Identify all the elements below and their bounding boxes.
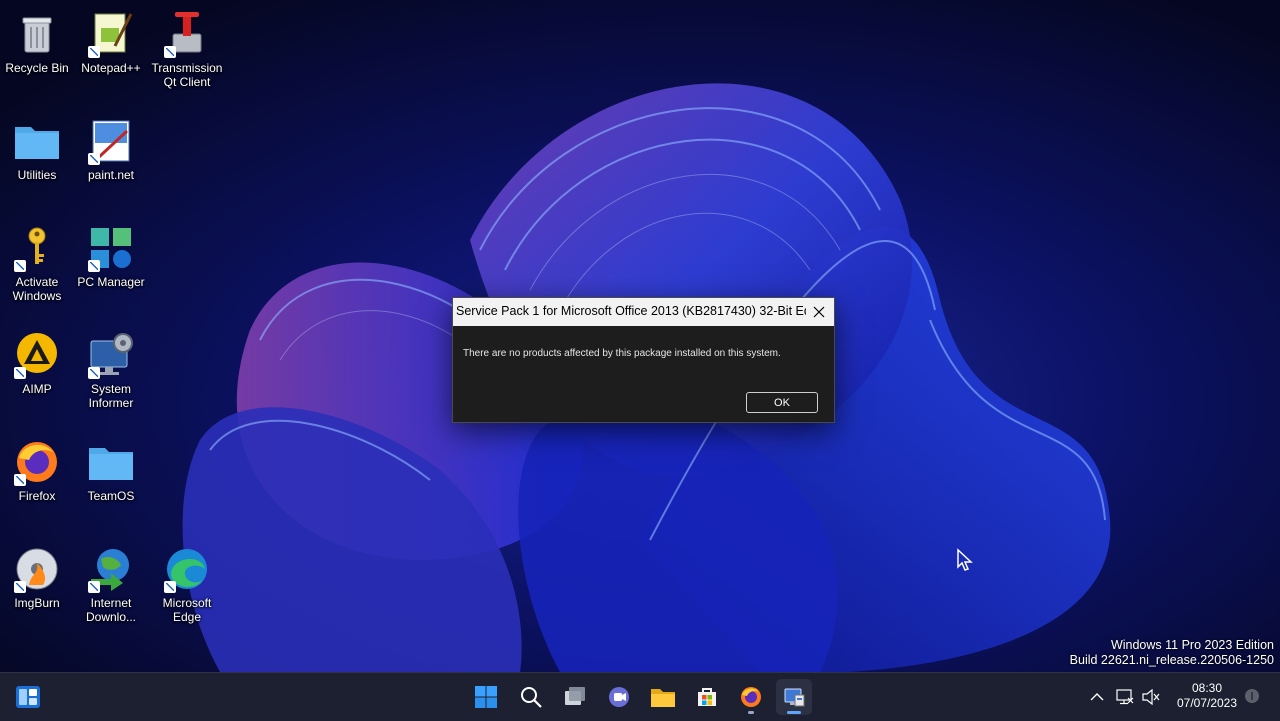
task-view-button[interactable] — [557, 679, 593, 715]
desktop-icon-activate-windows[interactable]: Activate Windows — [0, 224, 74, 303]
key-icon — [13, 224, 61, 272]
folder-icon — [13, 117, 61, 165]
desktop-icon-paint-net[interactable]: paint.net — [74, 117, 148, 182]
desktop-icon-label: Recycle Bin — [5, 61, 69, 75]
taskbar: 08:30 07/07/2023 — [0, 672, 1280, 721]
shortcut-arrow-icon — [14, 260, 26, 272]
notepad-plus-plus-icon — [87, 10, 135, 58]
edge-icon — [163, 545, 211, 593]
desktop-icon-microsoft-edge[interactable]: Microsoft Edge — [150, 545, 224, 624]
task-view-icon — [565, 687, 585, 705]
widgets-button[interactable] — [10, 679, 46, 715]
desktop-icon-label: Notepad++ — [81, 61, 141, 75]
shortcut-arrow-icon — [88, 46, 100, 58]
watermark-build: Build 22621.ni_release.220506-1250 — [1069, 653, 1274, 667]
close-icon — [813, 306, 825, 318]
clock-date: 07/07/2023 — [1176, 696, 1238, 710]
firefox-taskbar-button[interactable] — [733, 679, 769, 715]
desktop-icon-internet-download-manager[interactable]: Internet Downlo... — [74, 545, 148, 624]
service-pack-dialog: Service Pack 1 for Microsoft Office 2013… — [452, 297, 835, 423]
desktop-icon-system-informer[interactable]: System Informer — [74, 331, 148, 410]
search-button[interactable] — [513, 679, 549, 715]
desktop-icon-label: Internet Downlo... — [85, 596, 137, 624]
start-icon — [475, 686, 497, 708]
shortcut-arrow-icon — [88, 581, 100, 593]
desktop-icon-label: AIMP — [22, 382, 52, 396]
firefox-icon — [13, 438, 61, 486]
desktop-icon-label: ImgBurn — [14, 596, 60, 610]
shortcut-arrow-icon — [88, 367, 100, 379]
firefox-icon — [741, 687, 761, 707]
file-explorer-button[interactable] — [645, 679, 681, 715]
ok-button[interactable]: OK — [746, 392, 818, 413]
desktop-icon-utilities[interactable]: Utilities — [0, 117, 74, 182]
show-hidden-icons-button[interactable] — [1086, 673, 1108, 721]
internet-download-manager-icon — [87, 545, 135, 593]
shortcut-arrow-icon — [164, 581, 176, 593]
watermark-edition: Windows 11 Pro 2023 Edition — [1110, 638, 1274, 652]
search-icon — [521, 687, 542, 708]
desktop-icon-notepad-plus-plus[interactable]: Notepad++ — [74, 10, 148, 75]
store-button[interactable] — [689, 679, 725, 715]
shortcut-arrow-icon — [164, 46, 176, 58]
file-explorer-icon — [651, 689, 675, 707]
store-icon — [698, 688, 716, 706]
recycle-bin-icon — [13, 10, 61, 58]
volume-muted-icon — [1142, 689, 1160, 705]
chevron-up-icon — [1090, 693, 1104, 701]
dialog-title: Service Pack 1 for Microsoft Office 2013… — [456, 304, 806, 318]
clock-time: 08:30 — [1191, 681, 1223, 695]
close-button[interactable] — [804, 298, 834, 326]
chat-button[interactable] — [601, 679, 637, 715]
desktop-icon-label: TeamOS — [87, 489, 135, 503]
desktop-icon-transmission[interactable]: Transmission Qt Client — [150, 10, 224, 89]
shortcut-arrow-icon — [14, 474, 26, 486]
pc-manager-icon — [87, 224, 135, 272]
folder-icon — [87, 438, 135, 486]
desktop-icon-label: PC Manager — [77, 275, 145, 289]
dialog-message: There are no products affected by this p… — [463, 348, 781, 359]
notification-icon[interactable] — [1244, 688, 1260, 704]
desktop-icon-label: Transmission Qt Client — [151, 61, 223, 89]
desktop-icon-label: paint.net — [87, 168, 135, 182]
desktop-icon-label: Utilities — [17, 168, 57, 182]
desktop-icon-pc-manager[interactable]: PC Manager — [74, 224, 148, 289]
start-button[interactable] — [468, 679, 504, 715]
desktop-icon-label: Firefox — [18, 489, 56, 503]
mouse-cursor-icon — [957, 548, 973, 571]
aimp-icon — [13, 331, 61, 379]
desktop-icon-recycle-bin[interactable]: Recycle Bin — [0, 10, 74, 75]
desktop-icon-label: Microsoft Edge — [162, 596, 212, 624]
system-informer-icon — [87, 331, 135, 379]
dialog-titlebar[interactable]: Service Pack 1 for Microsoft Office 2013… — [453, 298, 834, 326]
widgets-icon — [16, 686, 40, 708]
desktop-icon-firefox[interactable]: Firefox — [0, 438, 74, 503]
desktop-icon-label: System Informer — [88, 382, 134, 410]
network-icon — [1116, 689, 1134, 705]
chat-icon — [609, 687, 629, 707]
imgburn-icon — [13, 545, 61, 593]
desktop-icon-imgburn[interactable]: ImgBurn — [0, 545, 74, 610]
shortcut-arrow-icon — [88, 260, 100, 272]
paint-net-icon — [87, 117, 135, 165]
shortcut-arrow-icon — [14, 581, 26, 593]
shortcut-arrow-icon — [88, 153, 100, 165]
shortcut-arrow-icon — [14, 367, 26, 379]
volume-button[interactable] — [1140, 673, 1162, 721]
installer-taskbar-button[interactable] — [776, 679, 812, 715]
windows-edition-watermark: Windows 11 Pro 2023 Edition Build 22621.… — [1070, 638, 1274, 668]
desktop-icon-teamos[interactable]: TeamOS — [74, 438, 148, 503]
clock[interactable]: 08:30 07/07/2023 — [1166, 681, 1248, 711]
transmission-icon — [163, 10, 211, 58]
installer-icon — [784, 688, 805, 707]
desktop-icon-label: Activate Windows — [12, 275, 62, 303]
running-indicator — [748, 711, 754, 714]
desktop-icon-aimp[interactable]: AIMP — [0, 331, 74, 396]
active-indicator — [787, 711, 801, 714]
network-button[interactable] — [1114, 673, 1136, 721]
